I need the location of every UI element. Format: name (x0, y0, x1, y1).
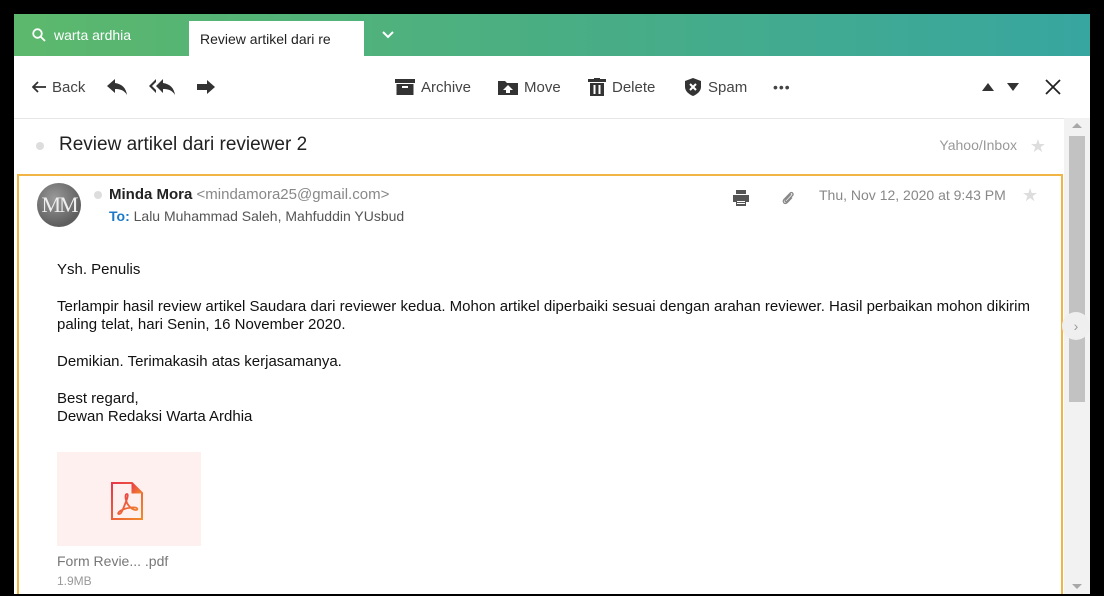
spam-button[interactable]: Spam (684, 56, 747, 118)
attachment-name[interactable]: Form Revie... .pdf (57, 553, 168, 569)
body-closing-2: Dewan Redaksi Warta Ardhia (57, 408, 253, 425)
reply-icon (107, 79, 127, 95)
recipients-line: To: Lalu Muhammad Saleh, Mahfuddin YUsbu… (109, 208, 404, 224)
message-card: MM Minda Mora <mindamora25@gmail.com> To… (17, 174, 1063, 594)
vertical-scrollbar[interactable] (1064, 118, 1090, 594)
archive-button[interactable]: Archive (395, 56, 471, 118)
close-button[interactable] (1045, 56, 1061, 118)
body-greeting: Ysh. Penulis (57, 261, 141, 278)
delete-label: Delete (612, 78, 656, 96)
delete-button[interactable]: Delete (588, 56, 655, 118)
print-icon[interactable] (733, 190, 749, 206)
scrollbar-thumb[interactable] (1069, 136, 1085, 402)
sender-line[interactable]: Minda Mora <mindamora25@gmail.com> (109, 186, 389, 203)
caret-down-icon (1007, 83, 1019, 91)
to-label: To: (109, 208, 130, 224)
pdf-file-icon (111, 482, 143, 520)
avatar-initials: MM (41, 192, 78, 217)
message-body: Ysh. Penulis Terlampir hasil review arti… (57, 261, 1037, 426)
unread-dot-icon[interactable] (36, 142, 44, 150)
shield-icon (685, 78, 701, 96)
scroll-down-arrow-icon[interactable] (1072, 584, 1082, 589)
more-ellipsis-icon: ••• (773, 79, 791, 95)
tab-search-results[interactable]: warta ardhia (14, 14, 188, 56)
folder-move-icon (498, 81, 518, 95)
sender-email: <mindamora25@gmail.com> (196, 186, 390, 203)
reply-all-button[interactable] (148, 56, 176, 118)
tab-search-label: warta ardhia (54, 27, 132, 43)
caret-up-icon (982, 83, 994, 91)
message-unread-dot-icon[interactable] (94, 191, 102, 199)
body-closing-1: Best regard, (57, 390, 139, 407)
next-message-button[interactable] (1007, 56, 1019, 118)
message-date: Thu, Nov 12, 2020 at 9:43 PM (819, 187, 1006, 203)
more-actions-button[interactable]: ••• (773, 56, 791, 118)
star-message-icon[interactable]: ★ (1022, 186, 1038, 204)
tab-dropdown-chevron-down-icon[interactable] (380, 27, 396, 43)
forward-icon (197, 80, 215, 94)
reply-all-icon (149, 79, 175, 95)
reply-button[interactable] (106, 56, 128, 118)
folder-label[interactable]: Yahoo/Inbox (939, 137, 1017, 153)
attachment-size: 1.9MB (57, 574, 92, 588)
recipients[interactable]: Lalu Muhammad Saleh, Mahfuddin YUsbud (134, 208, 405, 224)
paperclip-icon[interactable] (781, 190, 795, 206)
tab-active-label: Review artikel dari re (200, 30, 331, 47)
attachment-thumbnail[interactable] (57, 452, 201, 546)
move-button[interactable]: Move (498, 56, 561, 118)
back-label: Back (52, 78, 86, 96)
archive-icon (395, 79, 415, 95)
archive-label: Archive (421, 78, 472, 96)
previous-message-button[interactable] (982, 56, 994, 118)
message-toolbar: Back Archive Move Delete Spam ••• (14, 56, 1090, 119)
trash-icon (588, 78, 606, 96)
arrow-left-icon (32, 81, 46, 93)
sender-name: Minda Mora (109, 186, 193, 203)
spam-label: Spam (708, 78, 748, 96)
scroll-up-arrow-icon[interactable] (1072, 123, 1082, 128)
move-label: Move (524, 78, 561, 96)
star-thread-icon[interactable]: ★ (1030, 137, 1046, 155)
back-button[interactable]: Back (32, 56, 85, 118)
message-subject: Review artikel dari reviewer 2 (59, 134, 308, 155)
body-paragraph-1: Terlampir hasil review artikel Saudara d… (57, 298, 1030, 333)
body-paragraph-2: Demikian. Terimakasih atas kerjasamanya. (57, 353, 342, 370)
subject-header: Review artikel dari reviewer 2 Yahoo/Inb… (14, 118, 1064, 174)
forward-button[interactable] (196, 56, 216, 118)
search-icon (32, 28, 46, 42)
tab-bar: warta ardhia Review artikel dari re (14, 14, 1090, 56)
next-pane-chevron-right-icon[interactable]: › (1062, 312, 1090, 340)
close-icon (1045, 79, 1061, 95)
avatar: MM (37, 183, 81, 227)
mail-window: warta ardhia Review artikel dari re Back… (14, 14, 1090, 594)
tab-active-message[interactable]: Review artikel dari re (189, 21, 364, 56)
